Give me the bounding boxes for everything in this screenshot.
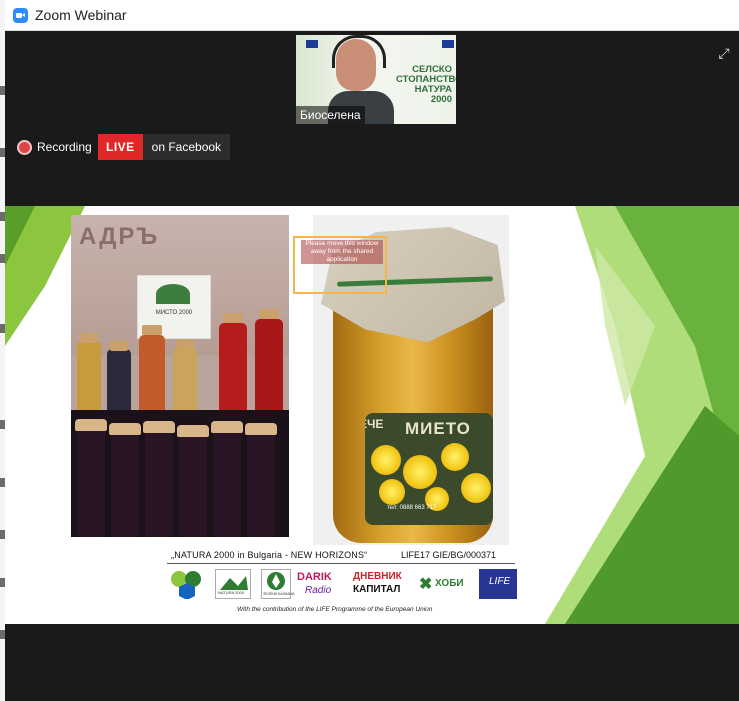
headset-icon	[332, 35, 386, 68]
speaker-name: Биоселена	[296, 106, 365, 124]
project-code: LIFE17 GIE/BG/000371	[401, 550, 497, 560]
live-badge: LIVE	[98, 134, 143, 160]
eu-flag-icon	[442, 40, 454, 48]
window-title: Zoom Webinar	[35, 7, 127, 23]
zoom-window: Zoom Webinar СЕЛСКО СТОПАНСТВО НАТУРА 20…	[5, 0, 739, 701]
bottom-area	[5, 624, 739, 701]
photo-sign-text: АДРЪ	[79, 223, 160, 250]
shared-screen: АДРЪ МИСТО 2000 ЧЕ МИЕТО тел: 0888 663 7…	[5, 206, 739, 624]
speaker-video-tile[interactable]: СЕЛСКО СТОПАНСТВО НАТУРА 2000 Биоселена	[296, 35, 456, 124]
hobi-tv-logo: ✖ ХОБИ	[419, 576, 464, 593]
title-bar[interactable]: Zoom Webinar	[5, 0, 739, 31]
dnevnik-kapital-logo: ДНЕВНИК КАПИТАЛ	[353, 571, 402, 595]
life-logo: LIFE	[479, 569, 517, 599]
record-icon	[19, 142, 30, 153]
eu-flag-icon	[306, 40, 318, 48]
slide-caption: „NATURA 2000 in Bulgaria - NEW HORIZONS“	[171, 550, 368, 560]
recording-label: Recording	[37, 140, 92, 154]
natura-2000-logo: NATURA 2000	[215, 569, 251, 599]
zoom-icon	[13, 8, 28, 23]
green-balkans-logo: ЗЕЛЕНИ БАЛКАНИ	[261, 569, 294, 599]
expand-icon[interactable]: ⤢	[716, 45, 732, 61]
darik-radio-logo: DARIK Radio	[297, 571, 332, 596]
share-warning-text: Please move this window away from the sh…	[301, 240, 383, 264]
share-warning-box[interactable]: Please move this window away from the sh…	[293, 236, 387, 294]
live-stream-indicator[interactable]: LIVE on Facebook	[98, 134, 231, 160]
products-photo: АДРЪ МИСТО 2000	[71, 215, 289, 537]
live-destination: on Facebook	[142, 134, 231, 160]
partner-logos: NATURA 2000 ЗЕЛЕНИ БАЛКАНИ DARIK Radio Д…	[167, 567, 519, 603]
jar-label: ЕЧЕ МИЕТО тел: 0888 663 717	[365, 413, 493, 525]
partner-logo-icon	[169, 569, 205, 600]
backdrop-slogan: СЕЛСКО СТОПАНСТВО НАТУРА 2000	[396, 64, 456, 105]
contribution-text: With the contribution of the LIFE Progra…	[237, 606, 433, 613]
